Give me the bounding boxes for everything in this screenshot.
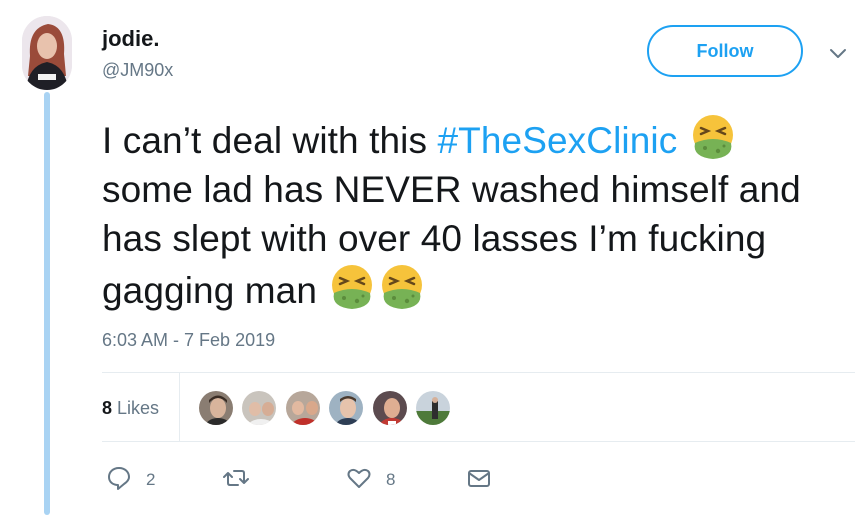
- user-display-name[interactable]: jodie.: [102, 26, 159, 52]
- liker-avatar[interactable]: [197, 389, 235, 427]
- user-handle[interactable]: @JM90x: [102, 60, 173, 81]
- nauseated-face-icon: [688, 113, 738, 163]
- tweet-line-2: some lad has NEVER washed himself and: [102, 169, 801, 210]
- liker-avatar[interactable]: [371, 389, 409, 427]
- divider: [102, 441, 855, 442]
- liker-avatar[interactable]: [284, 389, 322, 427]
- liker-avatar[interactable]: [240, 389, 278, 427]
- like-count: 8: [386, 470, 396, 489]
- tweet-line-1: I can’t deal with this #TheSexClinic: [102, 113, 857, 165]
- avatar[interactable]: [22, 16, 72, 90]
- nauseated-face-icon: [377, 263, 427, 313]
- reply-count: 2: [146, 470, 156, 489]
- tweet-text-segment: I can’t deal with this: [102, 120, 438, 161]
- likes-label: Likes: [117, 398, 160, 418]
- retweet-action[interactable]: [223, 466, 249, 494]
- direct-message-action[interactable]: [466, 466, 492, 494]
- divider: [179, 373, 180, 441]
- tweet-line-4: gagging man: [102, 263, 857, 315]
- liker-avatar[interactable]: [327, 389, 365, 427]
- tweet-text-segment: gagging man: [102, 270, 318, 311]
- likes-count: 8: [102, 398, 113, 418]
- thread-line: [44, 92, 50, 515]
- tweet-timestamp[interactable]: 6:03 AM - 7 Feb 2019: [102, 330, 275, 351]
- tweet-text: I can’t deal with this #TheSexClinic som…: [102, 113, 857, 315]
- reply-icon[interactable]: [106, 465, 132, 496]
- follow-button[interactable]: Follow: [647, 25, 803, 77]
- hashtag-link[interactable]: #TheSexClinic: [437, 120, 677, 161]
- heart-icon[interactable]: [346, 465, 372, 496]
- like-action[interactable]: 8: [346, 466, 395, 494]
- reply-action[interactable]: 2: [106, 466, 155, 494]
- tweet-line-3: has slept with over 40 lasses I’m fuckin…: [102, 218, 767, 259]
- likes-stat[interactable]: 8 Likes: [102, 398, 159, 419]
- nauseated-face-icon: [327, 263, 377, 313]
- divider: [102, 372, 855, 373]
- chevron-down-icon[interactable]: [826, 44, 850, 64]
- liker-avatar[interactable]: [414, 389, 452, 427]
- retweet-icon[interactable]: [223, 465, 249, 496]
- envelope-icon[interactable]: [466, 465, 492, 496]
